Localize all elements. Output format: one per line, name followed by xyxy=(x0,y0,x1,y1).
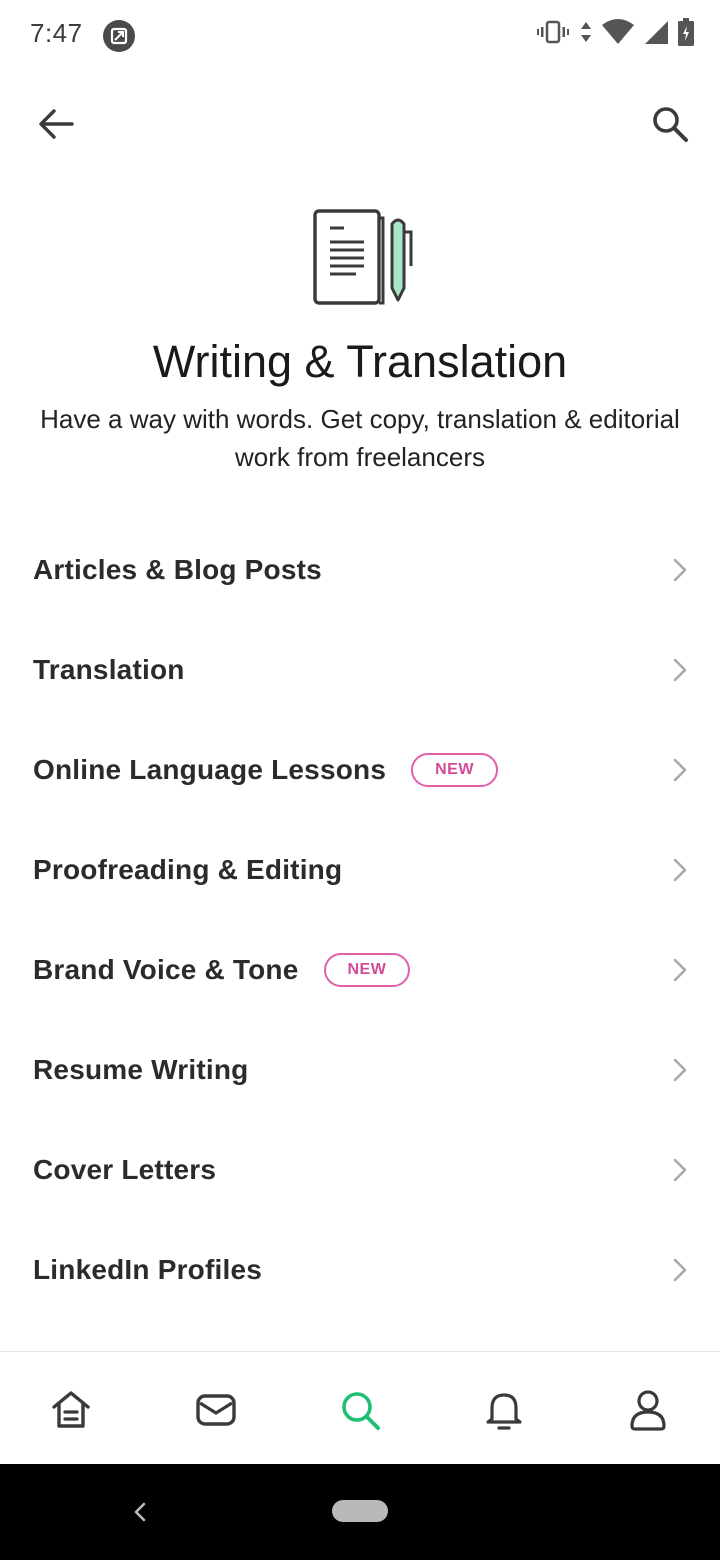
status-icons xyxy=(536,17,694,51)
document-pen-icon xyxy=(312,208,416,308)
subcategory-label: Proofreading & Editing xyxy=(33,854,343,885)
search-icon xyxy=(650,104,690,149)
page-subtitle: Have a way with words. Get copy, transla… xyxy=(40,404,680,472)
system-nav-bar xyxy=(0,1464,720,1560)
chevron-right-icon xyxy=(673,1158,687,1182)
nav-profile[interactable] xyxy=(624,1386,672,1434)
back-button[interactable] xyxy=(32,102,80,150)
chevron-right-icon xyxy=(673,858,687,882)
new-badge: NEW xyxy=(411,753,498,787)
search-icon xyxy=(342,1392,380,1430)
status-time: 7:47 xyxy=(30,18,83,48)
chevron-right-icon xyxy=(673,658,687,682)
page-title: Writing & Translation xyxy=(152,336,568,387)
subcategory-item-proofreading-editing[interactable]: Proofreading & Editing xyxy=(0,820,720,920)
subcategory-item-translation[interactable]: Translation xyxy=(0,620,720,720)
wifi-icon xyxy=(602,18,634,50)
nav-home[interactable] xyxy=(47,1386,95,1434)
chevron-right-icon xyxy=(673,558,687,582)
nav-search[interactable] xyxy=(336,1386,384,1434)
subcategory-label: Resume Writing xyxy=(33,1054,249,1085)
subcategory-item-articles-blog-posts[interactable]: Articles & Blog Posts xyxy=(0,520,720,620)
subcategory-item-cover-letters[interactable]: Cover Letters xyxy=(0,1120,720,1220)
chevron-right-icon xyxy=(673,758,687,782)
inbox-icon xyxy=(196,1394,236,1426)
data-transfer-icon xyxy=(580,20,592,49)
screenshot-notification-icon xyxy=(103,20,135,52)
nav-inbox[interactable] xyxy=(192,1386,240,1434)
signal-icon xyxy=(644,19,668,50)
system-home-pill[interactable] xyxy=(332,1500,388,1522)
arrow-left-icon xyxy=(36,104,76,149)
subcategory-item-resume-writing[interactable]: Resume Writing xyxy=(0,1020,720,1120)
subcategory-label: Cover Letters xyxy=(33,1154,217,1185)
subcategory-label: Online Language Lessons xyxy=(33,754,387,785)
system-back-icon[interactable] xyxy=(128,1496,152,1528)
profile-icon xyxy=(630,1390,666,1431)
subcategory-label: LinkedIn Profiles xyxy=(33,1254,262,1285)
subcategory-label: Translation xyxy=(33,654,185,685)
chevron-right-icon xyxy=(673,1258,687,1282)
search-button[interactable] xyxy=(646,102,694,150)
chevron-right-icon xyxy=(673,1058,687,1082)
nav-notifications[interactable] xyxy=(480,1386,528,1434)
home-icon xyxy=(52,1391,90,1428)
chevron-right-icon xyxy=(673,958,687,982)
subcategory-item-brand-voice-tone[interactable]: Brand Voice & Tone NEW xyxy=(0,920,720,1020)
subcategory-label: Articles & Blog Posts xyxy=(33,554,322,585)
subcategory-item-linkedin-profiles[interactable]: LinkedIn Profiles xyxy=(0,1220,720,1320)
new-badge: NEW xyxy=(323,953,411,987)
subcategory-item-online-language-lessons[interactable]: Online Language Lessons NEW xyxy=(0,720,720,820)
status-bar: 7:47 xyxy=(0,0,720,72)
subcategory-list: Articles & Blog Posts Translation Online… xyxy=(0,520,720,1320)
bottom-nav xyxy=(0,1351,720,1464)
subcategory-label: Brand Voice & Tone xyxy=(33,954,299,985)
bell-icon xyxy=(486,1393,522,1430)
battery-icon xyxy=(678,17,694,51)
vibrate-icon xyxy=(536,20,570,49)
